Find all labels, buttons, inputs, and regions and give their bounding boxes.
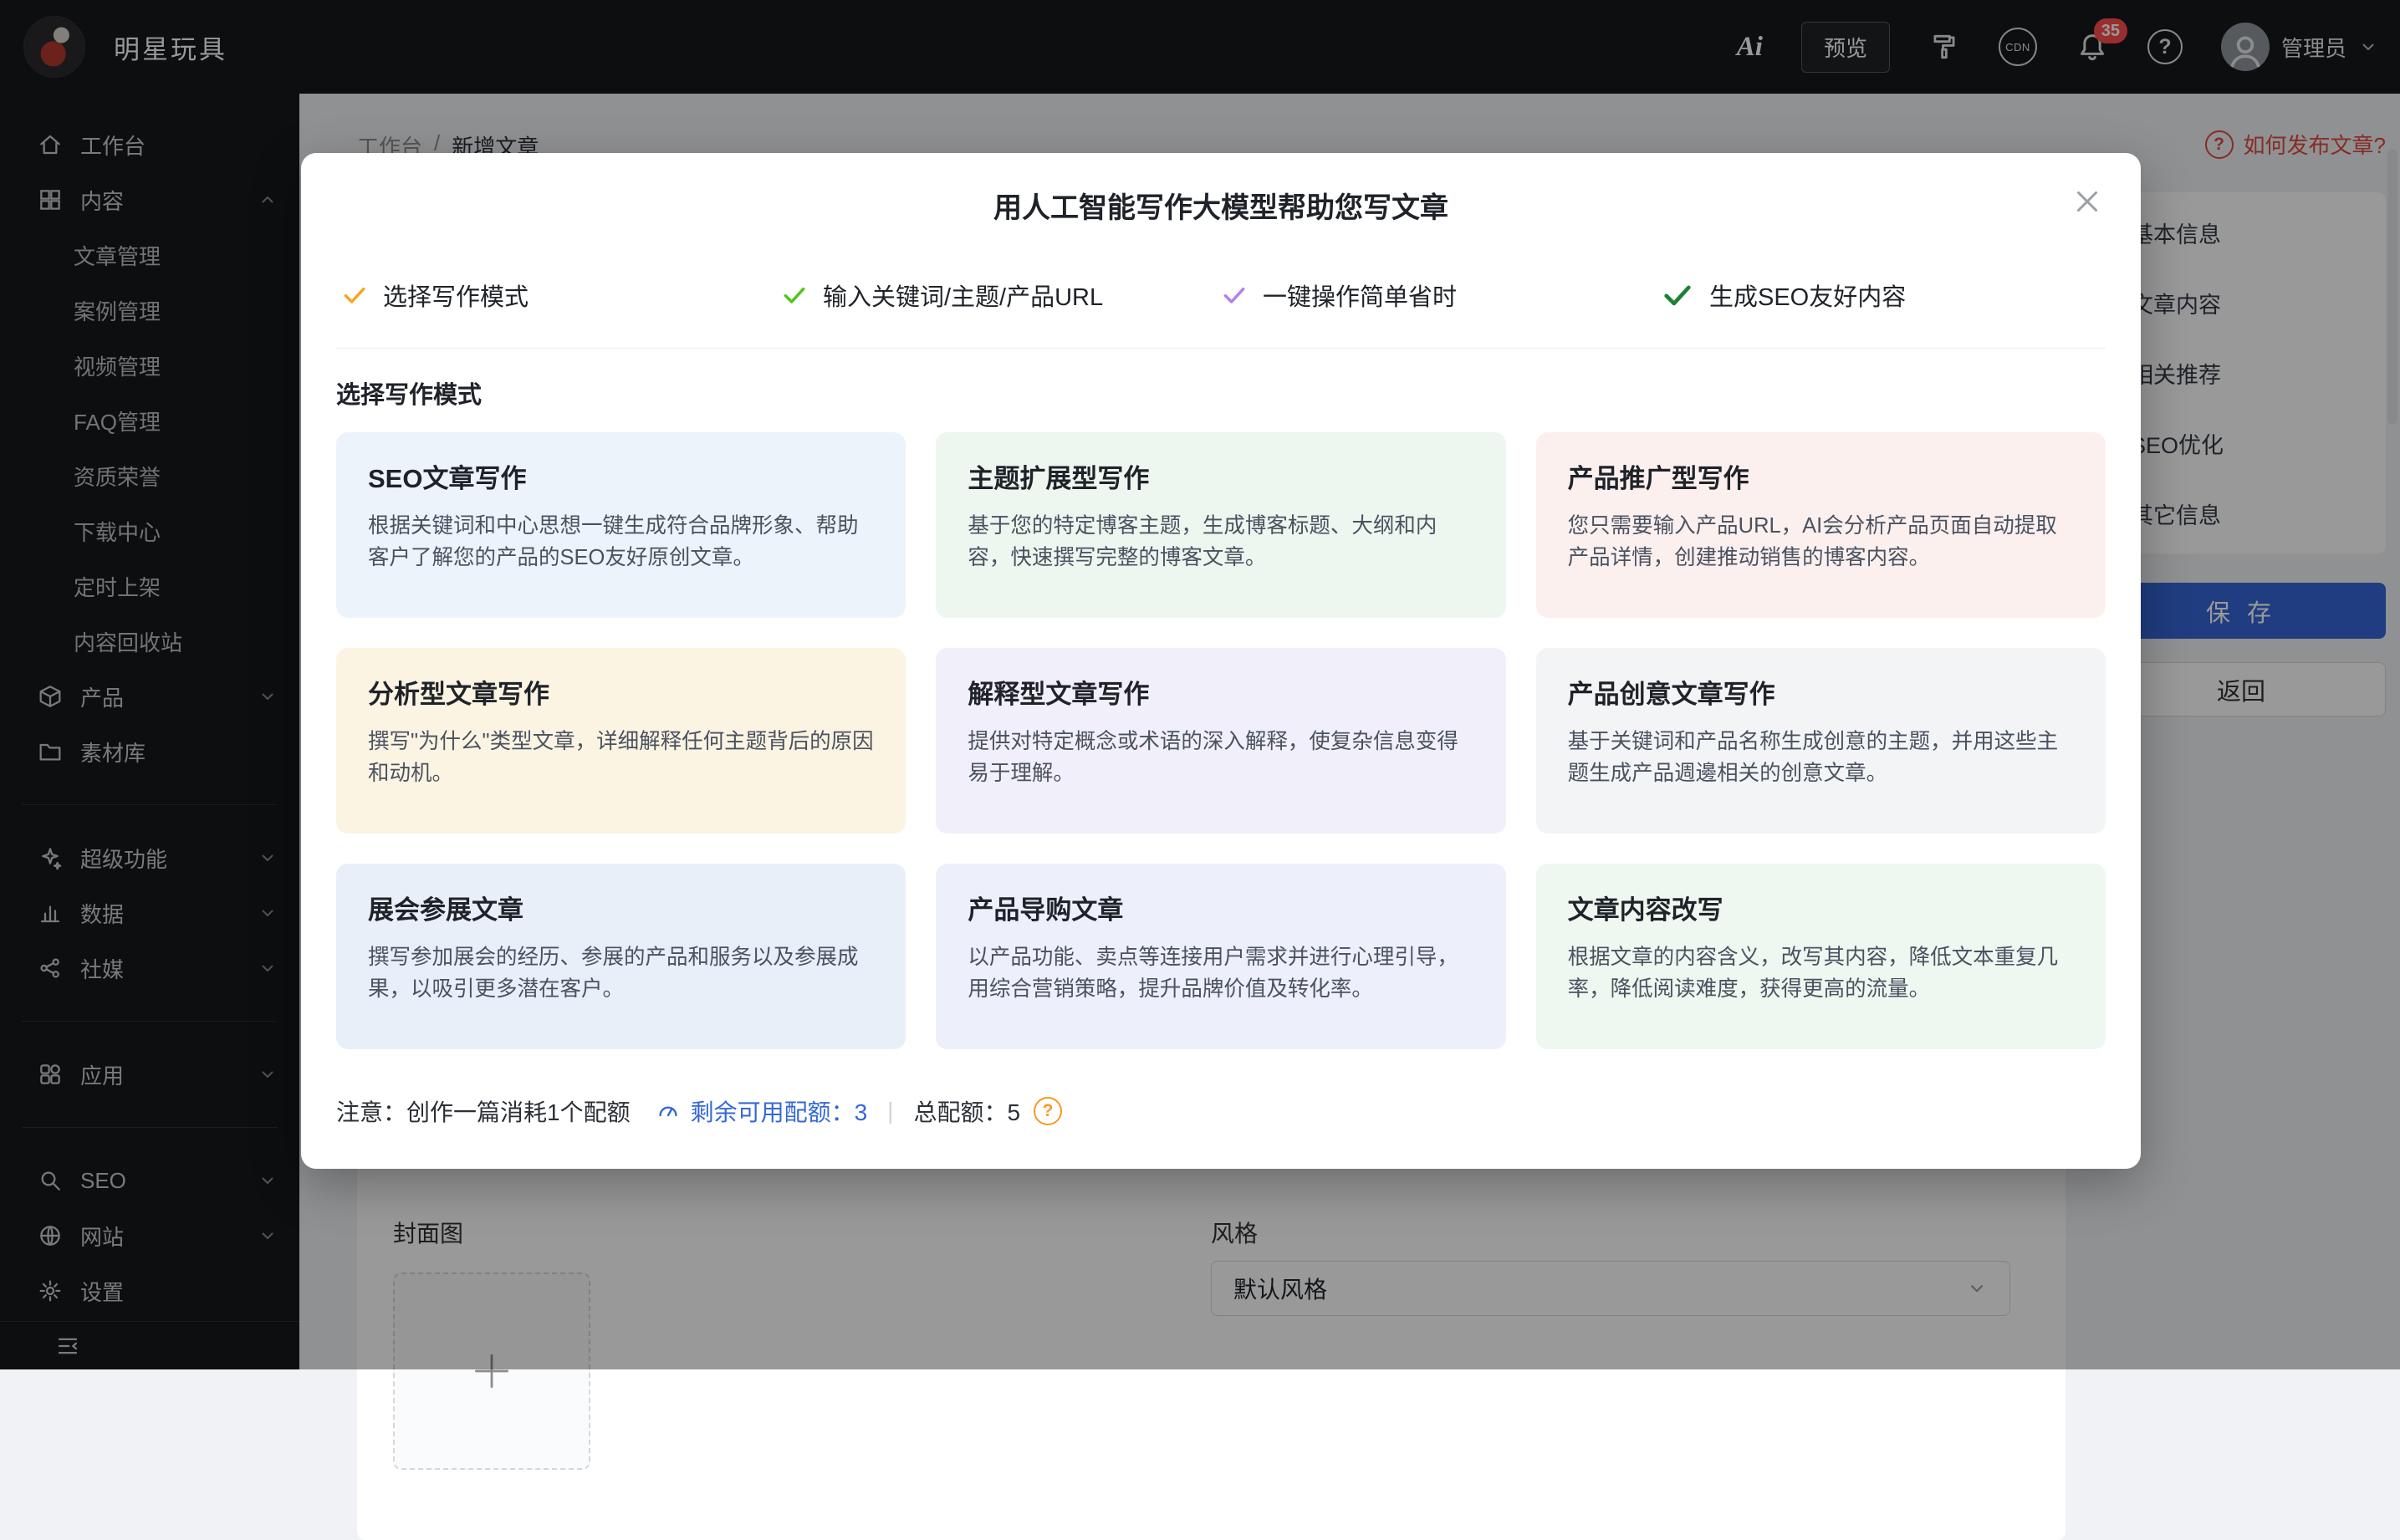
modal-steps: 选择写作模式 输入关键词/主题/产品URL 一键操作简单省时 生成SEO友好内容 <box>336 278 2106 349</box>
card-description: 基于关键词和产品名称生成创意的主题，并用这些主题生成产品週邊相关的创意文章。 <box>1568 726 2074 789</box>
ai-writing-modal: 用人工智能写作大模型帮助您写文章 选择写作模式 输入关键词/主题/产品URL 一… <box>301 153 2141 1169</box>
card-product-guide[interactable]: 产品导购文章 以产品功能、卖点等连接用户需求并进行心理引导，用综合营销策略，提升… <box>936 864 1505 1049</box>
card-exhibition-article[interactable]: 展会参展文章 撰写参加展会的经历、参展的产品和服务以及参展成果，以吸引更多潜在客… <box>336 864 906 1049</box>
choose-mode-section-title: 选择写作模式 <box>336 375 2106 410</box>
step-seo-content: 生成SEO友好内容 <box>1661 278 2101 313</box>
modal-title: 用人工智能写作大模型帮助您写文章 <box>336 185 2106 226</box>
writing-mode-cards: SEO文章写作 根据关键词和中心思想一键生成符合品牌形象、帮助客户了解您的产品的… <box>336 432 2106 1049</box>
card-title: 主题扩展型写作 <box>968 457 1473 495</box>
quota-remaining: 剩余可用配额：3 <box>656 1094 868 1128</box>
step-input-keywords: 输入关键词/主题/产品URL <box>781 278 1221 313</box>
step-label: 输入关键词/主题/产品URL <box>823 278 1103 313</box>
card-seo-writing[interactable]: SEO文章写作 根据关键词和中心思想一键生成符合品牌形象、帮助客户了解您的产品的… <box>336 432 906 618</box>
card-description: 基于您的特定博客主题，生成博客标题、大纲和内容，快速撰写完整的博客文章。 <box>968 510 1473 574</box>
close-icon[interactable] <box>2072 186 2102 217</box>
quota-gauge-icon <box>656 1099 681 1124</box>
card-description: 撰写参加展会的经历、参展的产品和服务以及参展成果，以吸引更多潜在客户。 <box>368 941 874 1005</box>
card-topic-expansion[interactable]: 主题扩展型写作 基于您的特定博客主题，生成博客标题、大纲和内容，快速撰写完整的博… <box>936 432 1505 618</box>
card-analytical-writing[interactable]: 分析型文章写作 撰写"为什么"类型文章，详细解释任何主题背后的原因和动机。 <box>336 648 906 834</box>
card-description: 提供对特定概念或术语的深入解释，使复杂信息变得易于理解。 <box>968 726 1473 789</box>
card-title: 文章内容改写 <box>1568 889 2074 926</box>
footer-divider: | <box>887 1098 893 1124</box>
card-title: 产品创意文章写作 <box>1568 673 2074 711</box>
card-title: 展会参展文章 <box>368 889 874 926</box>
card-description: 您只需要输入产品URL，AI会分析产品页面自动提取产品详情，创建推动销售的博客内… <box>1568 510 2074 574</box>
card-explanatory-writing[interactable]: 解释型文章写作 提供对特定概念或术语的深入解释，使复杂信息变得易于理解。 <box>936 648 1505 834</box>
card-title: SEO文章写作 <box>368 457 874 495</box>
card-description: 以产品功能、卖点等连接用户需求并进行心理引导，用综合营销策略，提升品牌价值及转化… <box>968 941 1473 1005</box>
quota-total-label: 总配额：5 <box>913 1094 1020 1128</box>
step-label: 选择写作模式 <box>383 278 529 313</box>
card-description: 根据关键词和中心思想一键生成符合品牌形象、帮助客户了解您的产品的SEO友好原创文… <box>368 510 874 574</box>
check-icon <box>1221 282 1248 309</box>
quota-help-icon[interactable]: ? <box>1034 1097 1062 1125</box>
card-title: 产品推广型写作 <box>1568 457 2074 495</box>
quota-footer: 注意：创作一篇消耗1个配额 剩余可用配额：3 | 总配额：5 ? <box>336 1094 2106 1128</box>
card-description: 撰写"为什么"类型文章，详细解释任何主题背后的原因和动机。 <box>368 726 874 789</box>
card-title: 解释型文章写作 <box>968 673 1473 711</box>
card-product-creative[interactable]: 产品创意文章写作 基于关键词和产品名称生成创意的主题，并用这些主题生成产品週邊相… <box>1536 648 2106 834</box>
card-description: 根据文章的内容含义，改写其内容，降低文本重复几率，降低阅读难度，获得更高的流量。 <box>1568 941 2074 1005</box>
step-label: 一键操作简单省时 <box>1263 278 1457 313</box>
quota-note: 注意：创作一篇消耗1个配额 <box>336 1094 631 1128</box>
step-choose-mode: 选择写作模式 <box>341 278 781 313</box>
card-title: 分析型文章写作 <box>368 673 874 711</box>
card-product-promotion[interactable]: 产品推广型写作 您只需要输入产品URL，AI会分析产品页面自动提取产品详情，创建… <box>1536 432 2106 618</box>
step-label: 生成SEO友好内容 <box>1709 278 1906 313</box>
check-icon <box>341 282 368 309</box>
quota-remaining-label: 剩余可用配额：3 <box>691 1094 868 1128</box>
check-icon <box>781 282 808 309</box>
card-title: 产品导购文章 <box>968 889 1473 926</box>
step-one-click: 一键操作简单省时 <box>1221 278 1661 313</box>
card-content-rewrite[interactable]: 文章内容改写 根据文章的内容含义，改写其内容，降低文本重复几率，降低阅读难度，获… <box>1536 864 2106 1049</box>
check-icon <box>1661 278 1694 312</box>
